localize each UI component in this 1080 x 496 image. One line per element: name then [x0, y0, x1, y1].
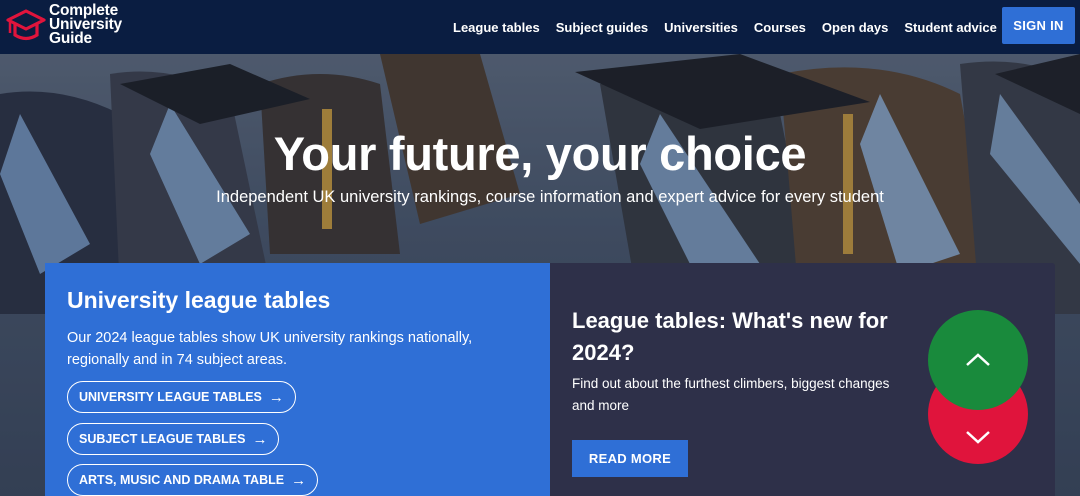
logo-text: Complete University Guide	[49, 3, 122, 47]
nav-subject-guides[interactable]: Subject guides	[556, 20, 648, 35]
main-nav: League tables Subject guides Universitie…	[453, 0, 1013, 54]
link-label: UNIVERSITY LEAGUE TABLES	[79, 390, 262, 404]
whats-new-title: League tables: What's new for 2024?	[572, 308, 888, 365]
nav-universities[interactable]: Universities	[664, 20, 738, 35]
site-logo[interactable]: Complete University Guide	[6, 3, 122, 47]
scroll-up-button[interactable]	[928, 310, 1028, 410]
nav-open-days[interactable]: Open days	[822, 20, 888, 35]
league-tables-card: University league tables Our 2024 league…	[45, 263, 550, 496]
chevron-up-icon	[966, 353, 990, 366]
link-label: ARTS, MUSIC AND DRAMA TABLE	[79, 473, 285, 487]
arrow-right-icon: →	[268, 388, 284, 406]
top-navigation: Complete University Guide League tables …	[0, 0, 1080, 54]
hero-title: Your future, your choice	[273, 127, 807, 180]
nav-courses[interactable]: Courses	[754, 20, 806, 35]
university-league-tables-link[interactable]: UNIVERSITY LEAGUE TABLES →	[67, 381, 296, 413]
read-more-button[interactable]: READ MORE	[572, 440, 688, 477]
chevron-down-icon	[966, 431, 990, 444]
whats-new-description: Find out about the furthest climbers, bi…	[572, 376, 890, 413]
league-tables-title: University league tables	[67, 287, 331, 313]
arrow-right-icon: →	[291, 471, 307, 489]
graduation-cap-icon	[6, 9, 46, 41]
arrow-right-icon: →	[252, 430, 268, 448]
logo-line-3: Guide	[49, 30, 92, 47]
subject-league-tables-link[interactable]: SUBJECT LEAGUE TABLES →	[67, 423, 280, 455]
nav-student-advice[interactable]: Student advice	[904, 20, 996, 35]
arts-music-drama-table-link[interactable]: ARTS, MUSIC AND DRAMA TABLE →	[67, 464, 319, 496]
hero-subtitle: Independent UK university rankings, cour…	[216, 188, 884, 206]
league-tables-description: Our 2024 league tables show UK universit…	[67, 330, 473, 368]
sign-in-button[interactable]: SIGN IN	[1002, 7, 1075, 44]
nav-league-tables[interactable]: League tables	[453, 20, 540, 35]
link-label: SUBJECT LEAGUE TABLES	[79, 432, 246, 446]
